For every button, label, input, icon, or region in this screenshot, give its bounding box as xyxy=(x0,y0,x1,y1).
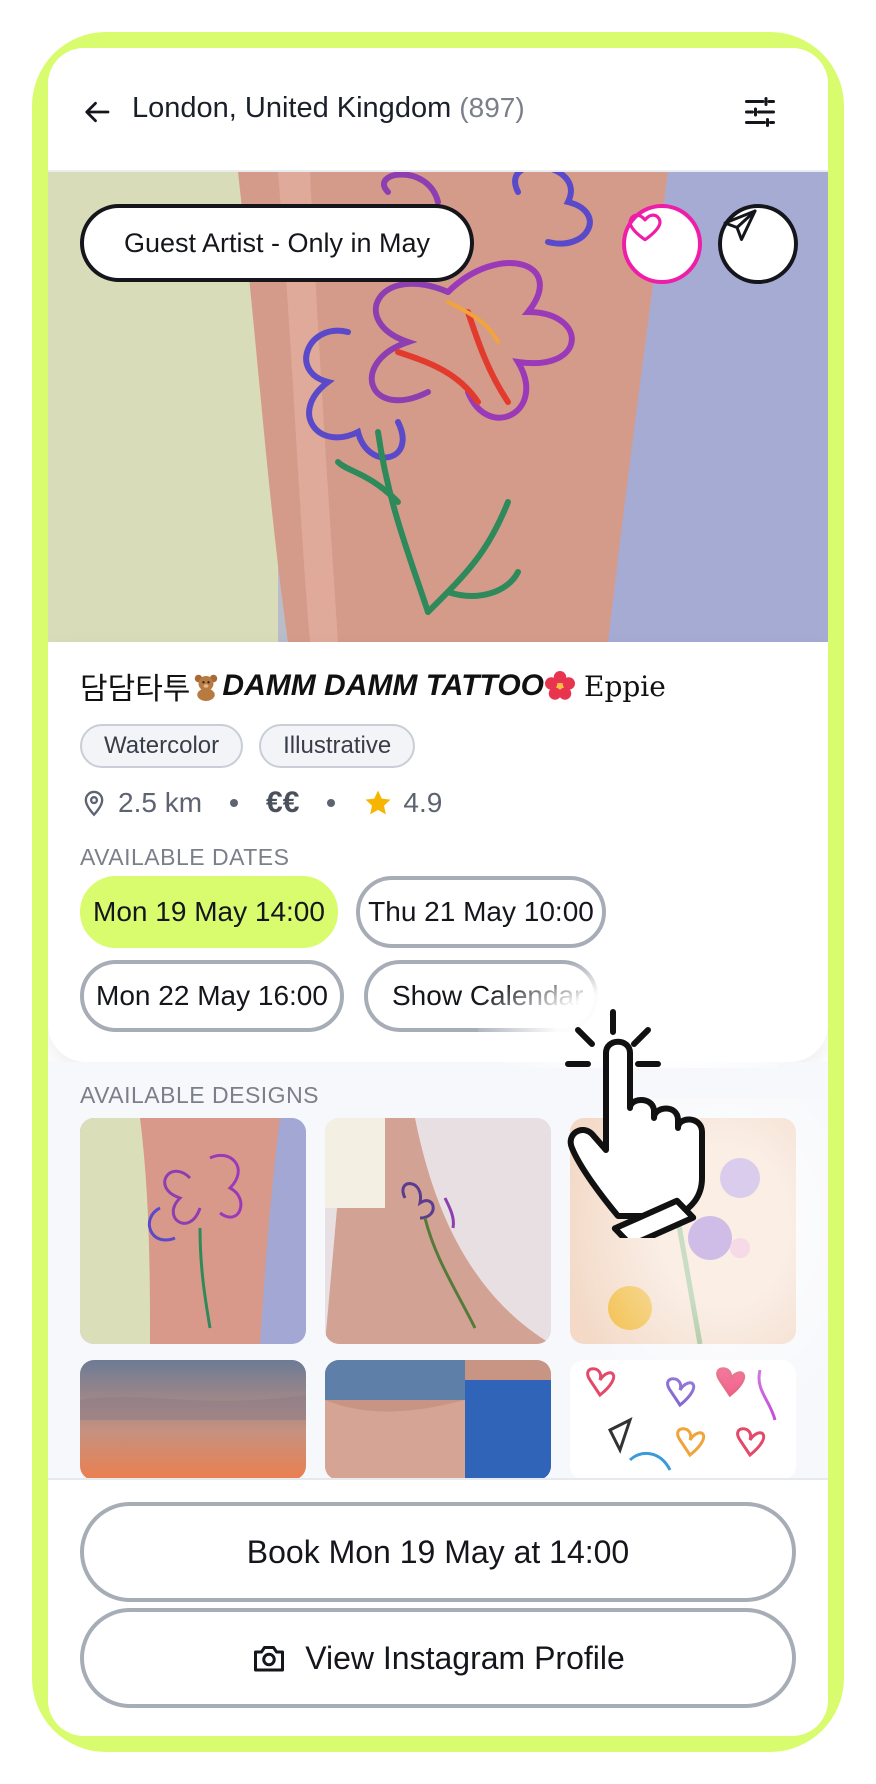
style-tags: Watercolor Illustrative xyxy=(80,724,416,768)
design-thumbnail[interactable] xyxy=(80,1360,306,1480)
guest-artist-badge: Guest Artist - Only in May xyxy=(80,204,474,282)
available-designs-label: AVAILABLE DESIGNS xyxy=(80,1082,320,1108)
artist-name-korean: 담담타투 xyxy=(80,673,191,706)
location-title: London, United Kingdom (897) xyxy=(132,92,525,125)
share-button[interactable] xyxy=(718,204,798,284)
favorite-button[interactable] xyxy=(622,204,702,284)
design-thumbnail[interactable] xyxy=(80,1118,306,1344)
arrow-left-icon xyxy=(85,101,110,123)
hero-image[interactable]: Guest Artist - Only in May xyxy=(48,172,828,642)
artist-name-studio: DAMM DAMM TATTOO xyxy=(222,669,545,702)
rating: 4.9 xyxy=(403,787,443,818)
artist-name[interactable]: 담담타투 DAMM DAMM TATTOO Eppie xyxy=(80,664,666,708)
price-level: €€ xyxy=(266,786,300,819)
artist-name-suffix: Eppie xyxy=(584,669,666,703)
heart-icon xyxy=(628,213,662,242)
available-dates-label: AVAILABLE DATES xyxy=(80,844,290,870)
separator-dot xyxy=(230,799,239,807)
artist-meta: 2.5 km €€ 4.9 xyxy=(80,786,442,820)
date-chip-mon-19[interactable]: Mon 19 May 14:00 xyxy=(80,876,338,948)
separator-dot xyxy=(327,799,336,807)
teddy-bear-icon xyxy=(190,670,222,702)
design-thumbnail[interactable] xyxy=(325,1118,551,1344)
tag-watercolor[interactable]: Watercolor xyxy=(80,724,244,768)
hibiscus-icon xyxy=(544,670,576,702)
star-icon xyxy=(365,790,391,815)
instagram-button-label: View Instagram Profile xyxy=(305,1639,625,1676)
header: London, United Kingdom (897) xyxy=(48,48,828,170)
date-chip-thu-21[interactable]: Thu 21 May 10:00 xyxy=(356,876,606,948)
design-thumbnail[interactable] xyxy=(325,1360,551,1480)
camera-icon xyxy=(254,1646,285,1672)
tag-illustrative[interactable]: Illustrative xyxy=(259,724,416,768)
send-icon xyxy=(723,209,757,241)
tap-hand-icon xyxy=(565,1009,705,1238)
sliders-icon xyxy=(745,97,775,127)
result-count: (897) xyxy=(459,92,525,123)
back-button[interactable] xyxy=(78,92,118,132)
bottom-actions: Book Mon 19 May at 14:00 View Instagram … xyxy=(48,1478,828,1736)
book-button-label: Book Mon 19 May at 14:00 xyxy=(246,1533,630,1570)
screen: London, United Kingdom (897) Guest Artis… xyxy=(48,48,828,1736)
date-chip-mon-22[interactable]: Mon 22 May 16:00 xyxy=(80,960,344,1032)
instagram-profile-button[interactable]: View Instagram Profile xyxy=(80,1608,796,1708)
distance: 2.5 km xyxy=(118,787,203,818)
location-pin-icon xyxy=(84,790,104,817)
location-name: London, United Kingdom xyxy=(132,92,452,124)
book-button[interactable]: Book Mon 19 May at 14:00 xyxy=(80,1502,796,1602)
filter-button[interactable] xyxy=(738,90,782,134)
